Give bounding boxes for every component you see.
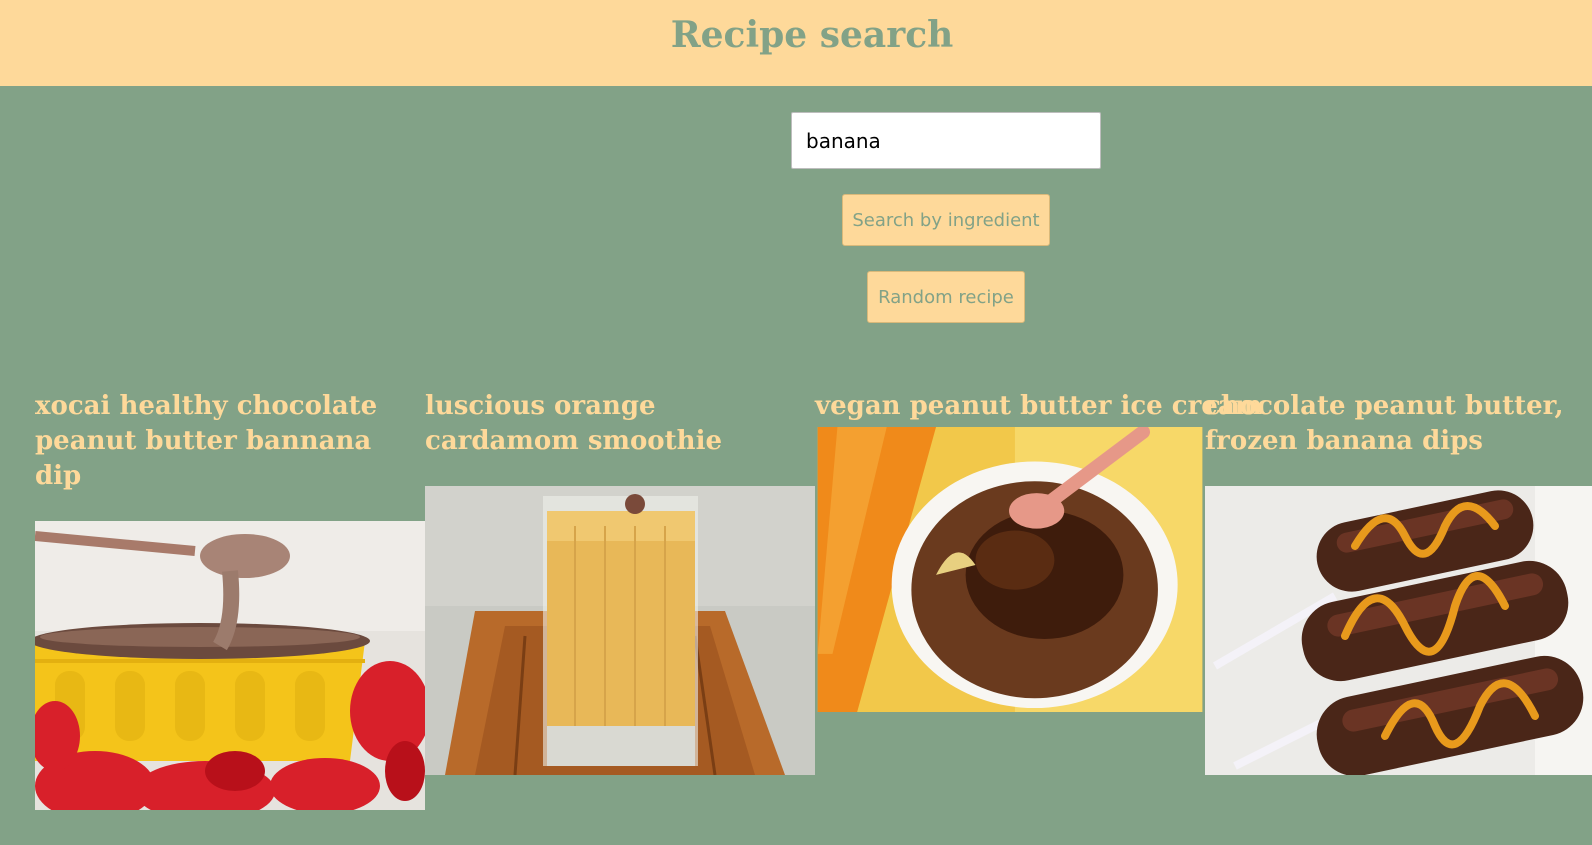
search-controls: Search by ingredient Random recipe [0,86,1592,346]
ingredient-search-input[interactable] [791,112,1101,169]
recipe-image-ice-cream[interactable] [815,427,1205,712]
recipe-image-smoothie[interactable] [425,486,815,775]
recipe-title[interactable]: luscious orange cardamom smoothie [425,389,815,459]
recipe-results: xocai healthy chocolate peanut butter ba… [35,389,1592,810]
page-title: Recipe search [670,14,954,56]
recipe-title[interactable]: chocolate peanut butter, frozen banana d… [1205,389,1592,459]
page-header: Recipe search [0,0,1592,86]
recipe-card[interactable]: xocai healthy chocolate peanut butter ba… [35,389,425,810]
recipe-card[interactable]: vegan peanut butter ice cream [815,389,1262,712]
recipe-card[interactable]: luscious orange cardamom smoothie [425,389,815,775]
random-recipe-button[interactable]: Random recipe [867,271,1025,323]
search-by-ingredient-button[interactable]: Search by ingredient [842,194,1050,246]
recipe-title[interactable]: xocai healthy chocolate peanut butter ba… [35,389,425,494]
recipe-image-banana-dips[interactable] [1205,486,1592,775]
recipe-title[interactable]: vegan peanut butter ice cream [815,389,1262,424]
recipe-image-chocolate-dip[interactable] [35,521,425,810]
recipe-card[interactable]: chocolate peanut butter, frozen banana d… [1205,389,1592,775]
